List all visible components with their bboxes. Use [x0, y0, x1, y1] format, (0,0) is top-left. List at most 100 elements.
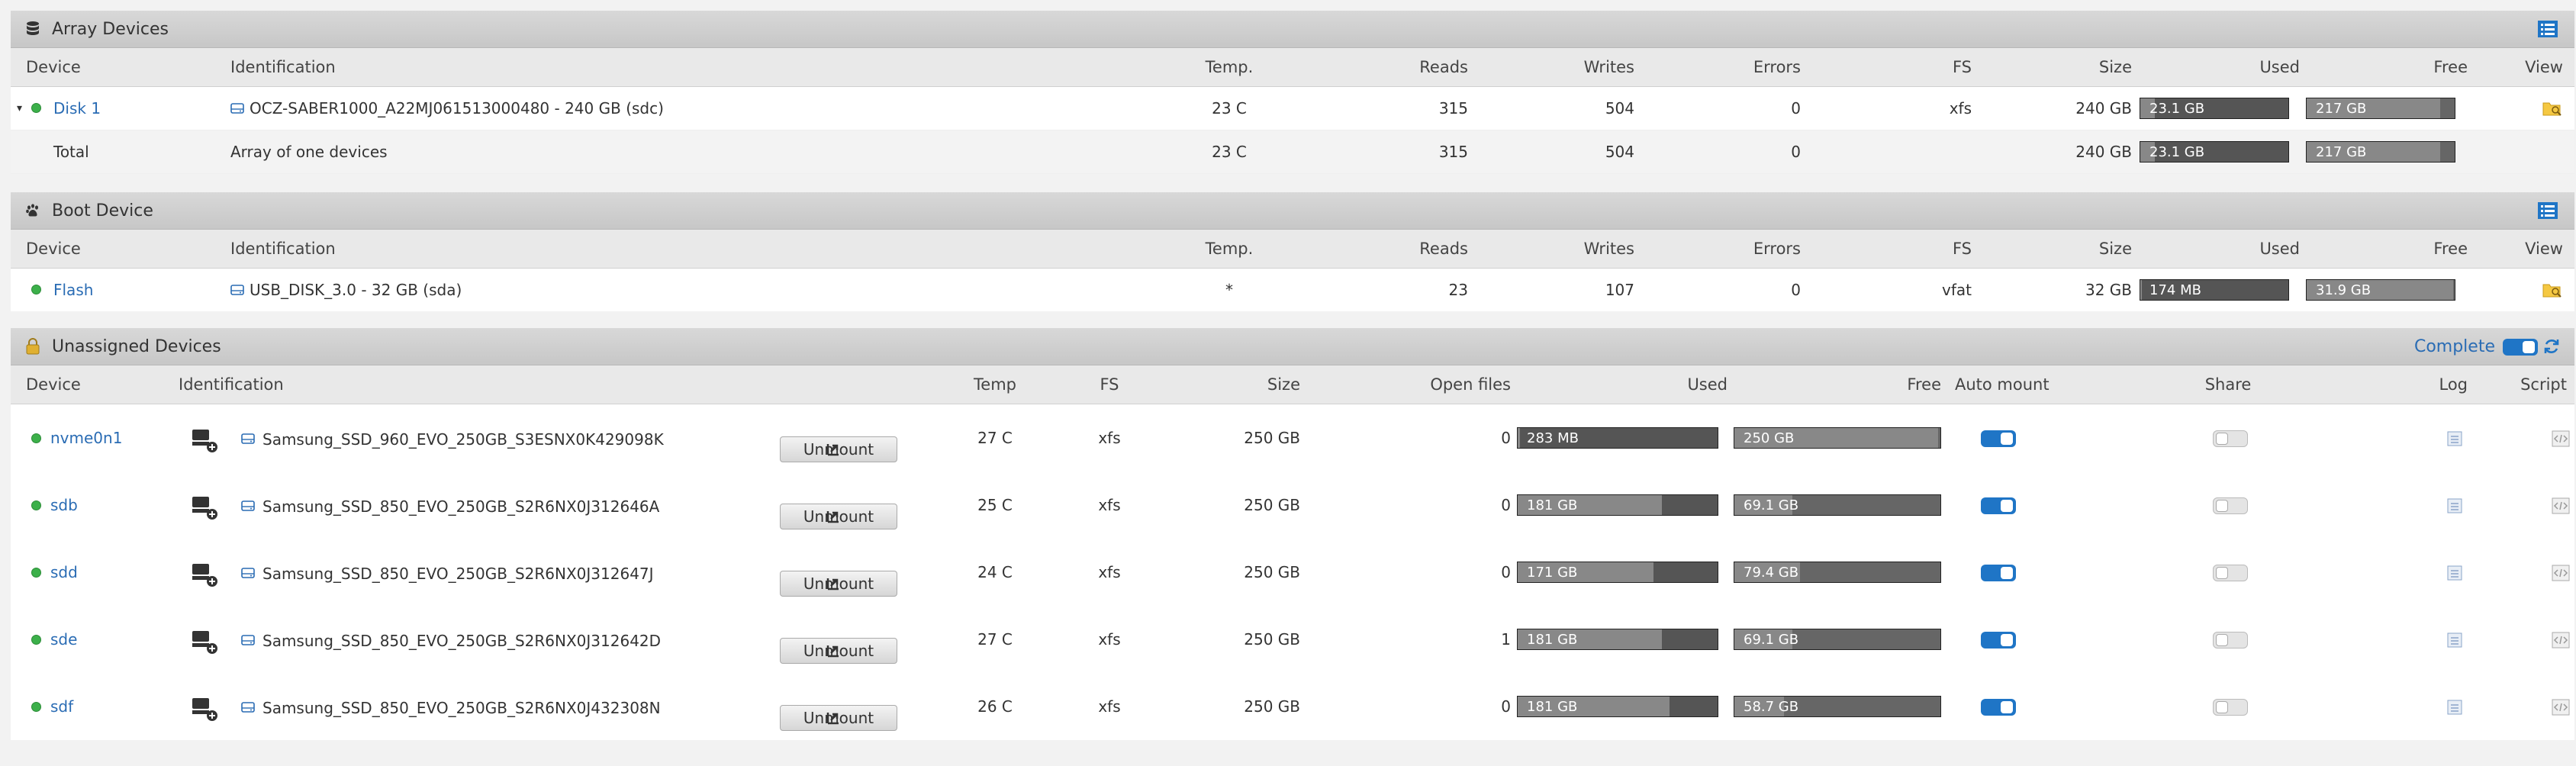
disk-icon — [241, 431, 255, 449]
identification: Samsung_SSD_850_EVO_250GB_S2R6NX0J432308… — [262, 699, 661, 717]
device-link[interactable]: Disk 1 — [53, 99, 101, 117]
col-writes: Writes — [1583, 240, 1634, 258]
free-bar-label: 217 GB — [2316, 144, 2367, 160]
log-icon[interactable] — [2446, 632, 2463, 652]
used-bar: 181 GB — [1517, 629, 1718, 650]
device-link[interactable]: nvme0n1 — [50, 429, 122, 447]
table-row: sde Samsung_SSD_850_EVO_250GB_S2R6NX0J31… — [11, 606, 2574, 673]
script-icon[interactable] — [2552, 699, 2570, 719]
used-bar: 181 GB — [1517, 494, 1718, 516]
script-icon[interactable] — [2552, 632, 2570, 652]
used-bar-label: 181 GB — [1527, 632, 1578, 648]
complete-toggle[interactable] — [2503, 339, 2538, 356]
size: 250 GB — [1244, 697, 1300, 716]
disk-add-icon[interactable] — [191, 629, 221, 658]
share-toggle[interactable] — [2213, 699, 2248, 716]
table-row: nvme0n1 Samsung_SSD_960_EVO_250GB_S3ESNX… — [11, 404, 2574, 472]
fs: xfs — [1098, 697, 1121, 716]
free-bar: 58.7 GB — [1734, 696, 1941, 717]
folder-view-icon[interactable] — [2542, 100, 2562, 121]
paw-icon — [24, 202, 41, 219]
share-toggle[interactable] — [2213, 565, 2248, 581]
array-devices-title: Array Devices — [52, 19, 169, 39]
writes: 107 — [1605, 281, 1634, 299]
unassigned-table-header: Device Identification Temp FS Size Open … — [11, 365, 2574, 404]
auto-mount-toggle[interactable] — [1981, 632, 2016, 649]
unmount-button[interactable]: Unmount — [780, 504, 897, 529]
share-toggle[interactable] — [2213, 632, 2248, 649]
log-icon[interactable] — [2446, 565, 2463, 585]
disk-icon — [241, 632, 255, 651]
identification: USB_DISK_3.0 - 32 GB (sda) — [250, 281, 462, 299]
used-bar: 23.1 GB — [2140, 141, 2289, 163]
list-view-icon[interactable] — [2538, 202, 2558, 219]
unmount-button[interactable]: Unmount — [780, 638, 897, 664]
identification: Samsung_SSD_850_EVO_250GB_S2R6NX0J312647… — [262, 565, 654, 583]
disk-add-icon[interactable] — [191, 427, 221, 457]
free-bar-label: 69.1 GB — [1744, 497, 1799, 513]
writes: 504 — [1605, 143, 1634, 161]
col-device: Device — [26, 375, 81, 394]
free-bar: 217 GB — [2306, 141, 2455, 163]
fs: xfs — [1098, 429, 1121, 447]
auto-mount-toggle[interactable] — [1981, 430, 2016, 447]
col-share: Share — [2204, 375, 2252, 394]
col-device: Device — [26, 58, 81, 76]
device-link[interactable]: sdb — [50, 496, 78, 514]
status-online-icon — [31, 568, 41, 578]
auto-mount-toggle[interactable] — [1981, 565, 2016, 581]
table-row: sdb Samsung_SSD_850_EVO_250GB_S2R6NX0J31… — [11, 472, 2574, 539]
unmount-label: Unmount — [803, 642, 874, 660]
auto-mount-toggle[interactable] — [1981, 699, 2016, 716]
col-errors: Errors — [1753, 58, 1801, 76]
device-link[interactable]: sdf — [50, 697, 73, 716]
temp: 27 C — [977, 429, 1013, 447]
boot-device-panel: Boot Device Device Identification Temp. … — [11, 192, 2574, 311]
temp: 23 C — [1212, 99, 1247, 117]
col-size: Size — [2098, 58, 2132, 76]
col-identification: Identification — [230, 240, 336, 258]
used-bar-label: 181 GB — [1527, 699, 1578, 715]
col-auto-mount: Auto mount — [1955, 375, 2050, 394]
col-fs: FS — [1952, 240, 1972, 258]
disk-add-icon[interactable] — [191, 494, 221, 524]
folder-view-icon[interactable] — [2542, 282, 2562, 302]
script-icon[interactable] — [2552, 565, 2570, 585]
unmount-button[interactable]: Unmount — [780, 705, 897, 731]
disk-add-icon[interactable] — [191, 696, 221, 726]
log-icon[interactable] — [2446, 497, 2463, 518]
size: 250 GB — [1244, 496, 1300, 514]
boot-table-header: Device Identification Temp. Reads Writes… — [11, 230, 2574, 269]
status-online-icon — [31, 635, 41, 645]
free-bar: 79.4 GB — [1734, 562, 1941, 583]
col-temp: Temp. — [1205, 58, 1254, 76]
temp: * — [1225, 281, 1233, 299]
script-icon[interactable] — [2552, 430, 2570, 451]
used-bar-label: 283 MB — [1527, 430, 1579, 446]
unmount-label: Unmount — [803, 709, 874, 727]
share-toggle[interactable] — [2213, 430, 2248, 447]
log-icon[interactable] — [2446, 430, 2463, 451]
device-link[interactable]: sde — [50, 630, 77, 649]
errors: 0 — [1791, 281, 1801, 299]
unassigned-devices-title: Unassigned Devices — [52, 336, 221, 356]
script-icon[interactable] — [2552, 497, 2570, 518]
log-icon[interactable] — [2446, 699, 2463, 719]
unmount-button[interactable]: Unmount — [780, 571, 897, 597]
device-link[interactable]: sdd — [50, 563, 78, 581]
device-link[interactable]: Flash — [53, 281, 93, 299]
unmount-button[interactable]: Unmount — [780, 436, 897, 462]
auto-mount-toggle[interactable] — [1981, 497, 2016, 514]
disk-add-icon[interactable] — [191, 562, 221, 591]
table-row: sdf Samsung_SSD_850_EVO_250GB_S2R6NX0J43… — [11, 673, 2574, 740]
open-files: 0 — [1501, 697, 1511, 716]
col-free: Free — [2433, 240, 2468, 258]
errors: 0 — [1791, 143, 1801, 161]
size: 240 GB — [2075, 99, 2132, 117]
share-toggle[interactable] — [2213, 497, 2248, 514]
refresh-icon[interactable] — [2542, 337, 2561, 359]
expand-caret-icon[interactable]: ▾ — [17, 102, 22, 114]
list-view-icon[interactable] — [2538, 21, 2558, 37]
disk-icon — [230, 282, 244, 301]
col-view: View — [2525, 240, 2563, 258]
